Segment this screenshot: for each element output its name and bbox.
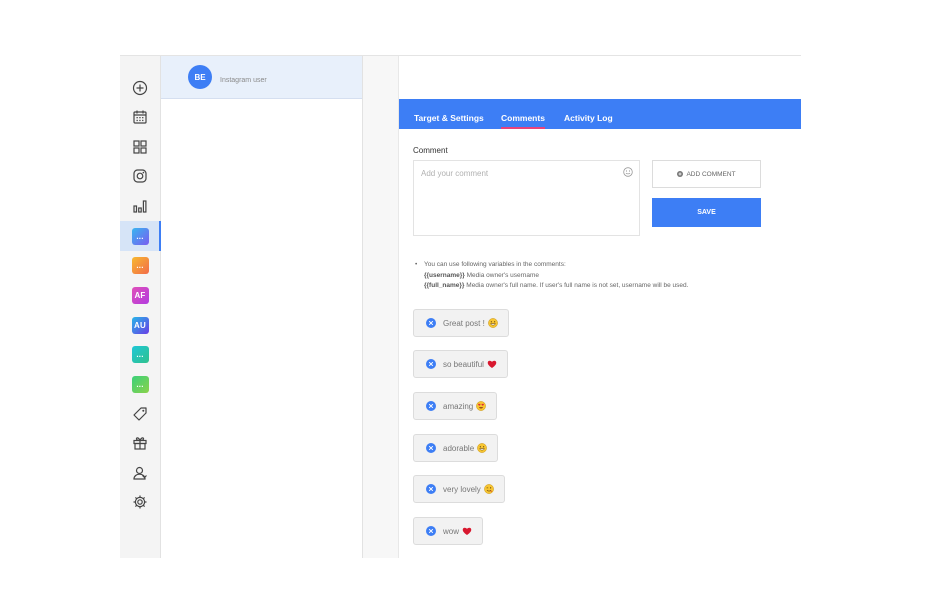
tab-target-settings[interactable]: Target & Settings [414,99,484,129]
remove-comment-button[interactable] [426,318,436,328]
account-row[interactable]: BE Instagram user [161,56,362,99]
rail-settings[interactable] [120,487,160,517]
rail-gift[interactable] [120,428,160,458]
comment-chip: amazing [413,392,498,420]
rail-add[interactable] [120,73,160,103]
comment-text: adorable [443,443,475,453]
emoji-grinning-icon [477,443,487,453]
tab-comments[interactable]: Comments [501,99,545,129]
comment-text: Great post ! [443,318,485,328]
comment-chip: wow [413,517,484,545]
account-badge: ... [131,256,149,274]
comment-text: so beautiful [443,359,484,369]
remove-comment-button[interactable] [426,443,436,453]
variables-help: • You can use following variables in the… [415,260,688,292]
emoji-heart-eyes-icon [476,401,487,411]
remove-comment-button[interactable] [426,359,436,369]
comment-chip: so beautiful [413,350,508,378]
user-icon [133,466,147,480]
remove-comment-button[interactable] [426,401,436,411]
comment-emoji [476,401,487,411]
rail-account-2[interactable]: ... [120,250,160,280]
rail-account-1[interactable]: ... [120,221,161,251]
rail-stats[interactable] [120,191,160,221]
comment-label: Comment [413,146,448,155]
comment-emoji [487,359,497,369]
comment-box [413,160,640,236]
close-icon [428,528,434,534]
variable-name: {{full_name}} [424,282,465,289]
icon-rail: ... ... AF AU ... ... [120,56,161,558]
variable-name: {{username}} [424,271,465,279]
comment-chip: adorable [413,434,499,462]
emoji-grinning-icon [487,318,498,328]
comment-text: very lovely [443,484,481,494]
close-icon [428,320,434,326]
close-icon [428,403,434,409]
accounts-column: BE Instagram user [161,56,363,558]
comment-emoji [487,318,498,328]
comment-chip: very lovely [413,475,505,503]
grid-icon [133,140,147,154]
comment-emoji [462,526,472,536]
variable-desc: Media owner's full name. If user's full … [464,282,689,289]
comment-text: amazing [443,401,474,411]
tab-bar: Target & Settings Comments Activity Log [399,99,801,129]
add-comment-label: ADD COMMENT [686,170,736,178]
account-badge: ... [131,227,149,245]
account-badge: AU [131,316,149,334]
add-icon [132,80,148,96]
remove-comment-button[interactable] [426,526,436,536]
rail-account-3[interactable]: AF [120,280,160,310]
add-comment-button[interactable]: ADD COMMENT [652,160,761,188]
plus-circle-icon [677,171,684,177]
settings-icon [133,495,147,509]
divider-column [363,56,399,558]
emoji-heart-icon [487,360,497,368]
comment-input[interactable] [414,161,639,235]
emoji-heart-icon [462,527,472,535]
account-label: Instagram user [220,77,267,84]
help-intro: You can use following variables in the c… [424,261,566,268]
account-badge: AF [131,286,149,304]
close-icon [428,486,434,492]
comment-text: wow [443,526,460,536]
app-window: ... ... AF AU ... ... BE Instagram user … [120,55,801,558]
tab-activity-log[interactable]: Activity Log [564,99,613,129]
account-badge: ... [131,375,149,393]
gift-icon [133,437,147,450]
rail-instagram[interactable] [120,161,160,191]
main-panel: Target & Settings Comments Activity Log … [399,56,801,558]
rail-tag[interactable] [120,399,160,429]
account-badge: ... [131,345,149,363]
rail-account-5[interactable]: ... [120,339,160,369]
comment-emoji [477,443,487,453]
bullet: • [415,261,418,268]
close-icon [428,445,434,451]
stats-icon [133,200,147,213]
comment-chip: Great post ! [413,309,509,337]
avatar: BE [188,65,212,89]
close-icon [428,361,434,367]
rail-grid[interactable] [120,132,160,162]
rail-user[interactable] [120,458,160,488]
save-button[interactable]: SAVE [652,198,761,227]
comment-emoji [483,484,494,494]
instagram-icon [133,169,147,183]
remove-comment-button[interactable] [426,484,436,494]
rail-account-6[interactable]: ... [120,369,160,399]
smiley-icon[interactable] [623,167,633,177]
rail-calendar[interactable] [120,102,160,132]
tag-icon [133,407,147,421]
emoji-wink-icon [483,484,494,494]
calendar-icon [133,110,147,124]
rail-account-4[interactable]: AU [120,310,160,340]
variable-desc: Media owner's username [464,271,540,279]
